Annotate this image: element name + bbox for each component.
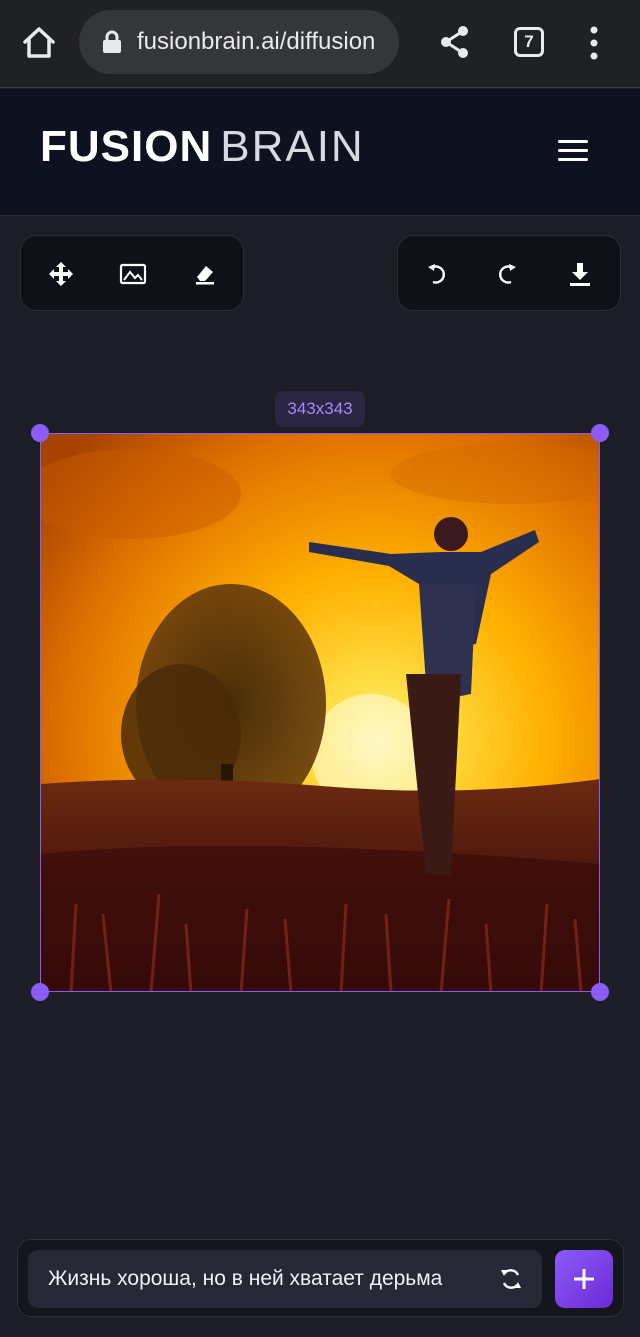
lock-icon (101, 30, 123, 54)
image-icon[interactable] (115, 256, 151, 292)
share-icon[interactable] (438, 24, 472, 60)
home-icon[interactable] (20, 24, 58, 62)
resize-handle-bottom-left[interactable] (31, 983, 49, 1001)
prompt-input[interactable]: Жизнь хороша, но в ней хватает дерьма (28, 1250, 542, 1308)
download-icon[interactable] (562, 256, 598, 292)
site-logo[interactable]: FUSION BRAIN (40, 122, 365, 172)
logo-light-text: BRAIN (220, 122, 365, 171)
resize-handle-bottom-right[interactable] (591, 983, 609, 1001)
prompt-text: Жизнь хороша, но в ней хватает дерьма (48, 1267, 443, 1290)
logo-bold-text: FUSION (40, 122, 213, 171)
browser-toolbar: fusionbrain.ai/diffusion 7 (0, 0, 640, 88)
history-toolbar (397, 235, 621, 311)
eraser-icon[interactable] (187, 256, 223, 292)
image-size-badge: 343x343 (275, 391, 365, 427)
site-header: FUSION BRAIN (0, 89, 640, 216)
refresh-icon[interactable] (498, 1266, 524, 1292)
edit-toolbar (20, 235, 244, 311)
more-menu-icon[interactable] (586, 24, 602, 62)
plus-icon (574, 1269, 594, 1289)
generated-image[interactable] (40, 433, 600, 992)
redo-icon[interactable] (490, 256, 526, 292)
resize-handle-top-left[interactable] (31, 424, 49, 442)
move-icon[interactable] (43, 256, 79, 292)
undo-icon[interactable] (418, 256, 454, 292)
prompt-bar: Жизнь хороша, но в ней хватает дерьма (17, 1239, 624, 1317)
add-button[interactable] (555, 1250, 613, 1308)
hamburger-menu-icon[interactable] (558, 140, 592, 166)
address-bar[interactable]: fusionbrain.ai/diffusion (79, 10, 399, 74)
tab-count-button[interactable]: 7 (514, 27, 544, 57)
url-text: fusionbrain.ai/diffusion (137, 28, 376, 55)
resize-handle-top-right[interactable] (591, 424, 609, 442)
